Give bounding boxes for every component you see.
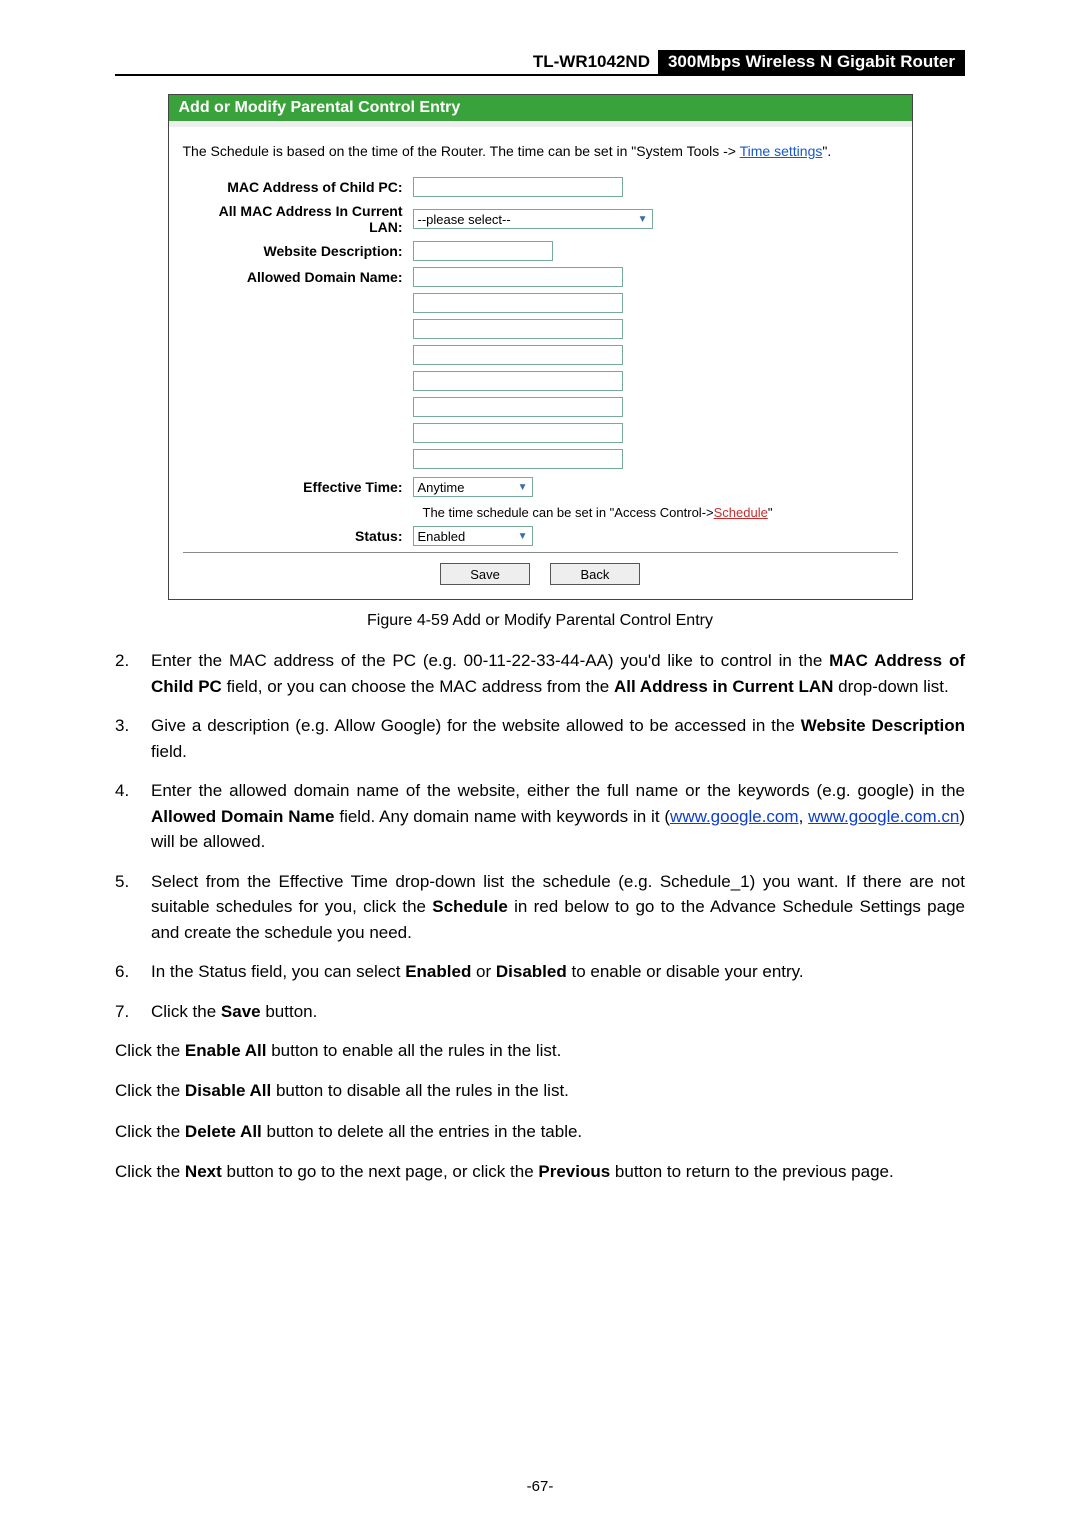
step-number: 7. <box>115 999 151 1025</box>
paragraph: Click the Enable All button to enable al… <box>115 1038 965 1064</box>
instruction-list: 2. Enter the MAC address of the PC (e.g.… <box>115 648 965 1024</box>
allowed-domain-input-7[interactable] <box>413 423 623 443</box>
label-effective-time: Effective Time: <box>183 479 413 495</box>
step-number: 2. <box>115 648 151 699</box>
website-desc-input[interactable] <box>413 241 553 261</box>
product-name: 300Mbps Wireless N Gigabit Router <box>658 50 965 76</box>
model-number: TL-WR1042ND <box>525 50 658 76</box>
step-text: In the Status field, you can select Enab… <box>151 959 965 985</box>
example-link-2[interactable]: www.google.com.cn <box>808 807 959 826</box>
schedule-hint: The time schedule can be set in "Access … <box>423 503 898 526</box>
allowed-domain-input-8[interactable] <box>413 449 623 469</box>
label-status: Status: <box>183 528 413 544</box>
router-ui-screenshot: Add or Modify Parental Control Entry The… <box>168 94 913 600</box>
label-website-desc: Website Description: <box>183 243 413 259</box>
page-number: -67- <box>0 1478 1080 1495</box>
time-settings-link[interactable]: Time settings <box>740 143 823 159</box>
chevron-down-icon: ▼ <box>638 214 648 225</box>
example-link-1[interactable]: www.google.com <box>670 807 799 826</box>
step-text: Select from the Effective Time drop-down… <box>151 869 965 946</box>
schedule-note: The Schedule is based on the time of the… <box>183 143 898 159</box>
panel-title: Add or Modify Parental Control Entry <box>169 95 912 121</box>
document-header: TL-WR1042ND 300Mbps Wireless N Gigabit R… <box>115 50 965 76</box>
back-button[interactable]: Back <box>550 563 640 585</box>
save-button[interactable]: Save <box>440 563 530 585</box>
paragraph: Click the Delete All button to delete al… <box>115 1119 965 1145</box>
step-text: Enter the allowed domain name of the web… <box>151 778 965 855</box>
allowed-domain-input-5[interactable] <box>413 371 623 391</box>
step-number: 5. <box>115 869 151 946</box>
step-text: Give a description (e.g. Allow Google) f… <box>151 713 965 764</box>
allowed-domain-input-3[interactable] <box>413 319 623 339</box>
step-number: 3. <box>115 713 151 764</box>
header-rule <box>115 50 525 76</box>
all-mac-select[interactable]: --please select-- ▼ <box>413 209 653 229</box>
allowed-domain-input-1[interactable] <box>413 267 623 287</box>
figure-caption: Figure 4-59 Add or Modify Parental Contr… <box>115 612 965 630</box>
paragraph: Click the Next button to go to the next … <box>115 1159 965 1185</box>
allowed-domain-input-4[interactable] <box>413 345 623 365</box>
chevron-down-icon: ▼ <box>518 531 528 542</box>
label-mac-child: MAC Address of Child PC: <box>183 179 413 195</box>
label-allowed-domain: Allowed Domain Name: <box>183 269 413 285</box>
mac-child-input[interactable] <box>413 177 623 197</box>
step-number: 4. <box>115 778 151 855</box>
allowed-domain-input-6[interactable] <box>413 397 623 417</box>
status-select[interactable]: Enabled ▼ <box>413 526 533 546</box>
paragraph: Click the Disable All button to disable … <box>115 1078 965 1104</box>
allowed-domain-input-2[interactable] <box>413 293 623 313</box>
step-text: Click the Save button. <box>151 999 965 1025</box>
effective-time-select[interactable]: Anytime ▼ <box>413 477 533 497</box>
step-number: 6. <box>115 959 151 985</box>
schedule-link[interactable]: Schedule <box>714 505 768 520</box>
label-all-mac: All MAC Address In Current LAN: <box>183 203 413 235</box>
step-text: Enter the MAC address of the PC (e.g. 00… <box>151 648 965 699</box>
chevron-down-icon: ▼ <box>518 482 528 493</box>
